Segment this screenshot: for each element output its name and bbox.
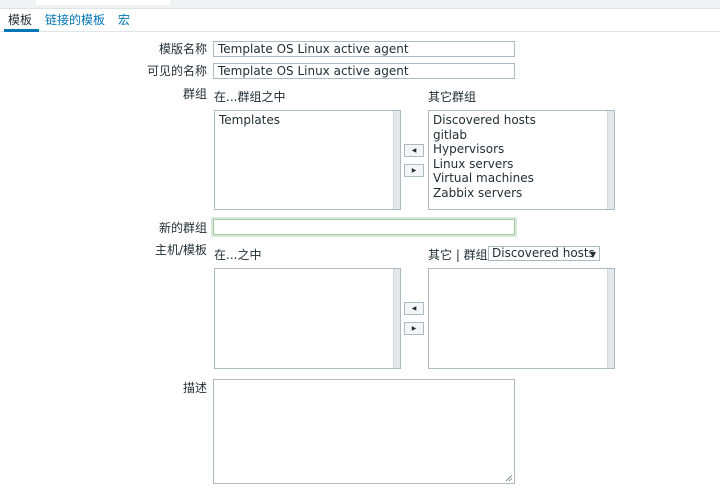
hosts-in-scrollbar[interactable]	[393, 269, 400, 368]
arrow-right-icon: ▶	[411, 166, 417, 174]
tab-template[interactable]: 模板	[8, 13, 32, 27]
groups-other-label: 其它群组	[428, 90, 477, 104]
arrow-left-icon: ◀	[411, 304, 417, 312]
hosts-group-select-value: Discovered hosts	[492, 246, 595, 260]
hosts-other-scrollbar[interactable]	[607, 269, 614, 368]
new-group-input[interactable]	[213, 219, 515, 235]
groups-label: 群组	[182, 87, 207, 101]
groups-in-scrollbar[interactable]	[393, 111, 400, 209]
top-strip-lip	[36, 0, 170, 5]
groups-other-list: Discovered hosts gitlab Hypervisors Linux s…	[429, 111, 614, 202]
description-label: 描述	[182, 381, 207, 395]
groups-in-list: Templates	[215, 111, 400, 130]
tab-macros[interactable]: 宏	[118, 13, 130, 27]
list-item[interactable]: Linux servers	[433, 157, 610, 172]
template-name-input[interactable]: Template OS Linux active agent	[213, 41, 515, 57]
visible-name-label: 可见的名称	[146, 64, 207, 78]
visible-name-input[interactable]: Template OS Linux active agent	[213, 63, 515, 79]
hosts-move-right-button[interactable]: ▶	[404, 322, 424, 335]
list-item[interactable]: Hypervisors	[433, 142, 610, 157]
list-item[interactable]: gitlab	[433, 128, 610, 143]
arrow-left-icon: ◀	[411, 146, 417, 154]
list-item[interactable]: Discovered hosts	[433, 113, 610, 128]
list-item[interactable]: Templates	[219, 113, 396, 128]
hosts-group-select[interactable]: Discovered hosts ▼	[488, 246, 600, 261]
chevron-down-icon: ▼	[589, 250, 596, 259]
tab-active-indicator	[4, 29, 39, 32]
arrow-right-icon: ▶	[411, 324, 417, 332]
list-item[interactable]: Virtual machines	[433, 171, 610, 186]
hosts-label: 主机/模板	[154, 243, 207, 257]
groups-move-left-button[interactable]: ◀	[404, 144, 424, 157]
groups-other-scrollbar[interactable]	[607, 111, 614, 209]
hosts-other-listbox[interactable]	[428, 268, 615, 369]
new-group-label: 新的群组	[158, 221, 207, 235]
hosts-in-label: 在...之中	[214, 248, 262, 262]
groups-in-label: 在...群组之中	[214, 90, 286, 104]
hosts-other-label: 其它 | 群组	[428, 248, 488, 262]
list-item[interactable]: Zabbix servers	[433, 186, 610, 201]
groups-move-right-button[interactable]: ▶	[404, 164, 424, 177]
hosts-in-list	[215, 269, 400, 273]
hosts-move-left-button[interactable]: ◀	[404, 302, 424, 315]
groups-in-listbox[interactable]: Templates	[214, 110, 401, 210]
template-name-label: 模版名称	[158, 42, 207, 56]
tab-bar: 模板 链接的模板 宏	[0, 10, 720, 32]
tab-linked-templates[interactable]: 链接的模板	[45, 13, 105, 27]
resize-grip-icon[interactable]	[505, 474, 513, 482]
hosts-other-list	[429, 269, 614, 273]
hosts-in-listbox[interactable]	[214, 268, 401, 369]
groups-other-listbox[interactable]: Discovered hosts gitlab Hypervisors Linux s…	[428, 110, 615, 210]
top-strip	[0, 0, 720, 9]
description-textarea[interactable]	[213, 379, 515, 484]
